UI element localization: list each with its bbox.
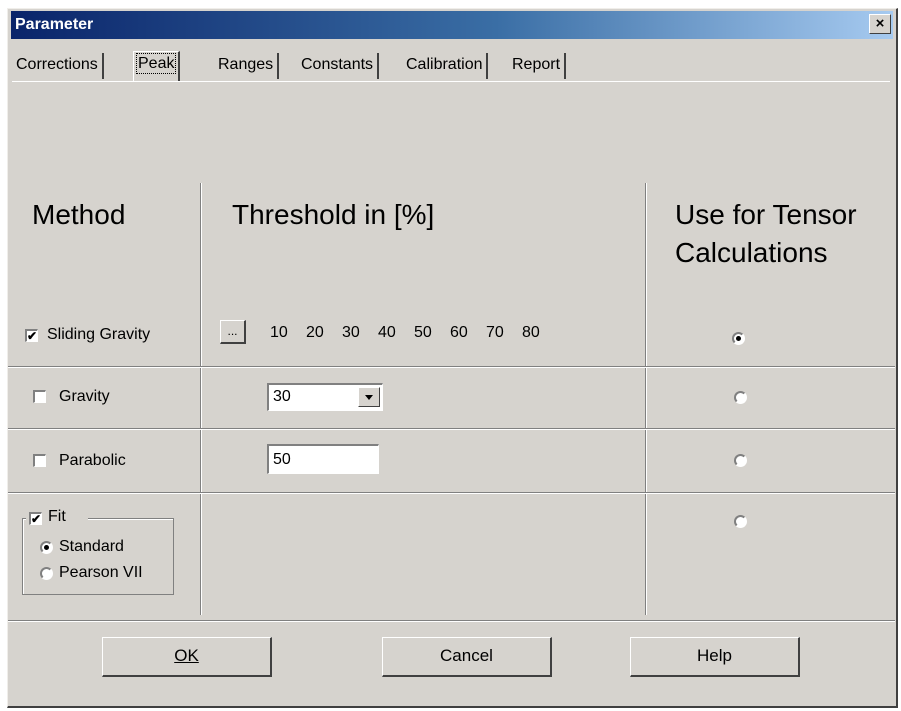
parabolic-checkbox[interactable] [33,454,46,467]
tab-corrections[interactable]: Corrections [12,53,104,79]
standard-radio[interactable] [40,541,53,554]
fit-options-group [22,518,174,595]
tab-strip: Corrections Peak Ranges Constants Calibr… [12,49,892,81]
sliding-gravity-label: Sliding Gravity [47,326,151,343]
ok-label: OK [174,646,199,665]
gravity-tensor-radio[interactable] [734,391,747,404]
threshold-value: 10 [270,324,288,341]
chevron-down-icon[interactable] [358,387,380,407]
pearson-vii-radio[interactable] [40,567,53,580]
row-divider-2 [8,428,895,429]
threshold-value: 20 [306,324,324,341]
tab-label: Corrections [16,56,98,73]
title-bar[interactable]: Parameter × [11,11,893,39]
tab-calibration[interactable]: Calibration [402,53,489,79]
button-area-divider [8,620,895,621]
fit-tensor-radio[interactable] [734,515,747,528]
threshold-browse-button[interactable]: ... [220,320,246,344]
row-divider-1 [8,366,895,367]
threshold-value: 60 [450,324,468,341]
standard-label: Standard [59,538,124,555]
parameter-dialog: Parameter × Corrections Peak Ranges Cons… [7,8,898,708]
gravity-threshold-select[interactable]: 30 [267,383,383,411]
sliding-gravity-tensor-radio[interactable] [732,332,745,345]
tensor-heading-line2: Calculations [675,237,828,268]
threshold-value: 70 [486,324,504,341]
gravity-threshold-value: 30 [273,388,291,405]
threshold-heading: Threshold in [%] [232,199,435,230]
threshold-value: 50 [414,324,432,341]
tab-label: Calibration [406,56,483,73]
tab-divider [12,81,890,82]
checkmark-icon: ✔ [27,329,38,343]
threshold-value: 80 [522,324,540,341]
threshold-value: 30 [342,324,360,341]
tab-peak[interactable]: Peak [133,51,181,81]
parabolic-label: Parabolic [59,452,126,469]
fit-label: Fit [48,508,66,525]
tab-label: Ranges [218,56,274,73]
window-title: Parameter [15,16,94,33]
tab-ranges[interactable]: Ranges [214,53,280,79]
cancel-button[interactable]: Cancel [382,637,552,677]
row-divider-3 [8,492,895,493]
method-heading: Method [32,199,126,230]
help-button[interactable]: Help [630,637,800,677]
column-divider-1 [200,183,201,615]
tab-label: Peak [135,53,177,74]
help-label: Help [697,646,732,665]
close-button[interactable]: × [869,14,891,34]
checkmark-icon: ✔ [31,512,42,526]
tab-constants[interactable]: Constants [297,53,380,79]
parabolic-threshold-input[interactable] [267,444,379,474]
sliding-gravity-checkbox[interactable]: ✔ [25,329,38,342]
ok-button[interactable]: OK [102,637,272,677]
fit-checkbox[interactable]: ✔ [29,512,42,525]
pearson-vii-label: Pearson VII [59,564,143,581]
parabolic-tensor-radio[interactable] [734,454,747,467]
gravity-checkbox[interactable] [33,390,46,403]
tab-label: Constants [301,56,374,73]
close-icon: × [875,15,885,32]
gravity-label: Gravity [59,388,110,405]
tab-report[interactable]: Report [508,53,567,79]
cancel-label: Cancel [440,646,493,665]
tensor-heading-line1: Use for Tensor [675,199,857,230]
column-divider-2 [645,183,646,615]
tab-label: Report [512,56,561,73]
threshold-value: 40 [378,324,396,341]
